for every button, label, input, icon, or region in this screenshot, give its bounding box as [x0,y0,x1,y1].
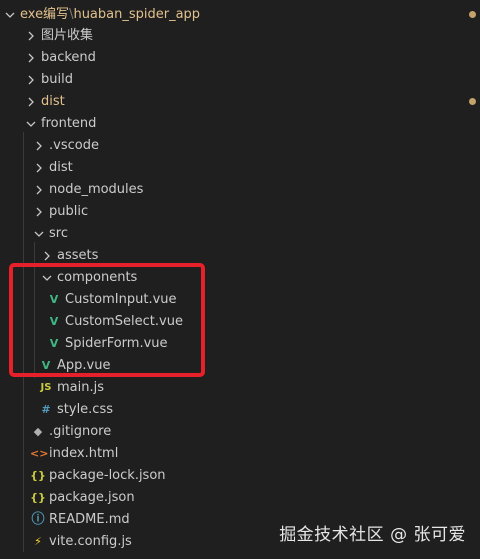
folder-label: dist [41,94,65,109]
file-explorer: exe编写\huaban_spider_app 图片收集 backend bui… [0,0,480,559]
folder-label: frontend [41,116,97,131]
chevron-down-icon [31,223,47,245]
tree-item-folder[interactable]: backend [0,47,480,69]
file-label: style.css [57,402,113,417]
tree-item-folder[interactable]: build [0,69,480,91]
folder-label: node_modules [49,182,144,197]
json-icon: {} [30,469,46,482]
folder-label: src [49,226,68,241]
folder-label: public [49,204,89,219]
lightning-icon: ⚡ [34,535,42,548]
file-label: README.md [49,512,130,527]
git-icon: ◆ [33,425,43,438]
chevron-down-icon [23,113,39,135]
tree-item-file[interactable]: <> index.html [0,443,480,465]
tree-item-folder[interactable]: dist [0,91,480,113]
file-label: index.html [49,446,119,461]
tree-item-folder[interactable]: 图片收集 [0,25,480,47]
chevron-right-icon [31,179,47,201]
file-label: package.json [49,490,135,505]
tree-item-folder[interactable]: frontend [0,113,480,135]
chevron-right-icon [23,47,39,69]
folder-label: build [41,72,73,87]
folder-label: .vscode [49,138,99,153]
json-icon: {} [30,491,46,504]
tree-item-folder[interactable]: .vscode [0,135,480,157]
file-label: .gitignore [49,424,112,439]
tree-item-folder[interactable]: node_modules [0,179,480,201]
tree-item-folder[interactable]: dist [0,157,480,179]
javascript-icon: JS [40,382,52,393]
chevron-right-icon [23,91,39,113]
chevron-right-icon [31,157,47,179]
modified-dot-icon [469,98,476,105]
chevron-down-icon [2,4,18,26]
folder-label: backend [41,50,96,65]
highlight-annotation-box [9,263,205,377]
tree-item-project[interactable]: exe编写\huaban_spider_app [0,4,480,26]
tree-item-folder[interactable]: public [0,201,480,223]
file-label: package-lock.json [49,468,166,483]
file-label: vite.config.js [49,534,132,549]
workspace-label: exe编写 [20,7,70,22]
css-icon: # [41,403,51,416]
chevron-right-icon [31,201,47,223]
folder-label: dist [49,160,73,175]
chevron-right-icon [23,25,39,47]
project-label: huaban_spider_app [73,7,201,22]
info-icon: ⓘ [31,512,45,527]
chevron-right-icon [31,135,47,157]
modified-dot-icon [469,11,476,18]
tree-item-file[interactable]: # style.css [0,399,480,421]
html-icon: <> [30,447,49,460]
tree-item-file[interactable]: ◆ .gitignore [0,421,480,443]
chevron-right-icon [23,69,39,91]
tree-item-file[interactable]: {} package-lock.json [0,465,480,487]
folder-label: 图片收集 [41,28,94,43]
tree-item-folder[interactable]: src [0,223,480,245]
watermark-text: 掘金技术社区 @ 张可爱 [279,525,466,545]
tree-item-file[interactable]: {} package.json [0,487,480,509]
file-label: main.js [57,380,104,395]
tree-item-file[interactable]: JS main.js [0,377,480,399]
